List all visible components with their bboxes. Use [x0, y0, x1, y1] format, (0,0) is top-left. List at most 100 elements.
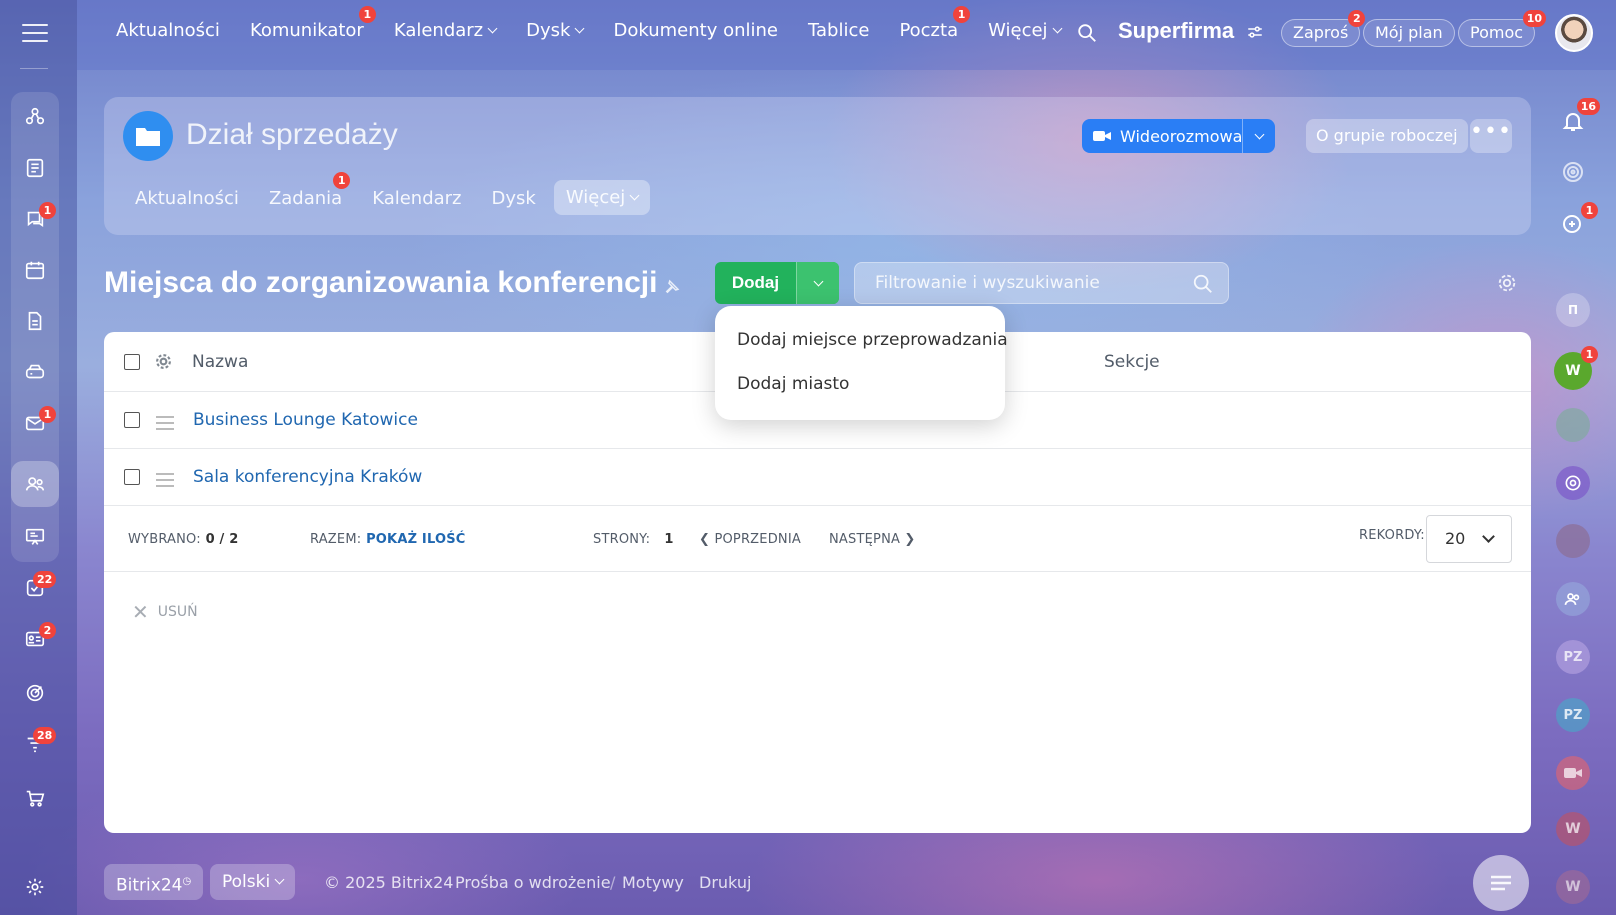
chat-avatar[interactable]: W [1556, 812, 1590, 846]
chevron-down-icon [575, 23, 585, 34]
chevron-down-icon [487, 23, 498, 34]
invite-button[interactable]: Zaproś 2 [1281, 10, 1366, 47]
sidebar-item-drive[interactable] [11, 349, 59, 395]
notifications-button[interactable]: 16 [1556, 98, 1600, 138]
activity-button[interactable] [1556, 155, 1590, 189]
pulse-target-icon [1563, 162, 1583, 182]
drag-handle-icon[interactable] [156, 416, 174, 434]
tab-label: Dysk [491, 188, 536, 209]
tab-more[interactable]: Więcej [553, 180, 651, 215]
add-button[interactable]: Dodaj [715, 262, 839, 304]
row-name-link[interactable]: Sala konferencyjna Kraków [193, 467, 422, 487]
my-plan-button[interactable]: Mój plan [1363, 19, 1455, 47]
bitrix-logo-button[interactable]: Bitrix24◷ [104, 864, 204, 900]
open-chat-button[interactable] [1473, 855, 1529, 911]
video-call-button[interactable]: Wideorozmowa [1082, 119, 1275, 153]
topnav-item-messenger[interactable]: Komunikator 1 [250, 6, 376, 41]
sidebar-item-feed[interactable] [11, 145, 59, 191]
column-settings-gear-icon[interactable] [155, 353, 172, 370]
video-chat-avatar[interactable] [1556, 756, 1590, 790]
chat-avatar[interactable]: PZ [1556, 698, 1590, 732]
chat-avatar[interactable]: П [1556, 293, 1590, 327]
menu-burger-icon[interactable] [22, 24, 48, 44]
chat-avatar[interactable]: W [1556, 870, 1590, 904]
chevron-down-icon [1052, 23, 1063, 34]
sidebar-item-mail[interactable]: 1 [11, 400, 59, 446]
delete-button[interactable]: ✕ USUŃ [132, 600, 198, 624]
close-icon: ✕ [132, 600, 149, 624]
sidebar-item-funnel[interactable]: 28 [11, 721, 59, 767]
print-link[interactable]: Drukuj [699, 873, 751, 892]
folder-icon [123, 111, 173, 161]
chat-avatar[interactable] [1556, 524, 1590, 558]
pin-icon[interactable] [663, 278, 681, 296]
column-name[interactable]: Nazwa [192, 352, 248, 372]
chat-avatar[interactable] [1556, 408, 1590, 442]
topnav-item-news[interactable]: Aktualności [116, 20, 220, 41]
topnav-item-calendar[interactable]: Kalendarz [394, 20, 498, 41]
topnav-item-drive[interactable]: Dysk [526, 20, 585, 41]
records-per-page-select[interactable]: 20 [1426, 515, 1512, 563]
sidebar-item-tasks[interactable]: 22 [11, 565, 59, 611]
sidebar-item-settings[interactable] [11, 864, 59, 910]
sidebar-item-crm[interactable] [11, 94, 59, 140]
about-group-button[interactable]: O grupie roboczej [1306, 119, 1468, 153]
show-count-link[interactable]: POKAŻ ILOŚĆ [366, 532, 465, 547]
topnav-item-boards[interactable]: Tablice [808, 20, 869, 41]
sidebar-item-chat[interactable]: 1 [11, 196, 59, 242]
select-all-checkbox[interactable] [124, 354, 140, 370]
search-icon[interactable] [1192, 273, 1214, 295]
copilot-icon [1565, 475, 1581, 491]
topnav-label: Aktualności [116, 20, 220, 41]
sidebar-item-shop[interactable] [11, 775, 59, 821]
more-options-button[interactable]: ••• [1470, 119, 1512, 153]
sidebar-item-goals[interactable] [11, 670, 59, 716]
sidebar-item-board[interactable] [11, 514, 59, 560]
add-label: Dodaj [731, 273, 780, 292]
topnav-item-documents[interactable]: Dokumenty online [613, 20, 778, 41]
chat-search-icon [1563, 215, 1581, 233]
chat-avatar[interactable]: W 1 [1554, 346, 1598, 390]
topnav-item-mail[interactable]: Poczta 1 [899, 6, 971, 41]
chat-avatar[interactable] [1556, 466, 1590, 500]
tab-drive[interactable]: Dysk [492, 188, 536, 215]
tab-label: Zadania [268, 188, 343, 209]
company-name[interactable]: Superfirma [1118, 18, 1264, 44]
settings-sliders-icon[interactable] [1246, 24, 1264, 40]
row-checkbox[interactable] [124, 469, 140, 485]
sidebar-item-groups[interactable] [11, 461, 59, 507]
prev-page-button[interactable]: ❮ POPRZEDNIA [699, 532, 801, 547]
help-button[interactable]: Pomoc 10 [1458, 10, 1547, 47]
drag-handle-icon[interactable] [156, 473, 174, 491]
gear-icon[interactable] [1496, 272, 1518, 294]
user-avatar[interactable] [1555, 14, 1593, 52]
menu-item-add-venue[interactable]: Dodaj miejsce przeprowadzania [715, 330, 1008, 374]
next-page-button[interactable]: NASTĘPNA ❯ [829, 532, 916, 547]
camera-icon [1564, 768, 1582, 778]
invite-label: Zaproś [1293, 23, 1349, 42]
language-select[interactable]: Polski [210, 864, 296, 900]
crm-icon [25, 107, 45, 125]
chat-avatar[interactable]: PZ [1556, 640, 1590, 674]
column-sections[interactable]: Sekcje [1104, 352, 1160, 372]
sidebar-item-documents[interactable] [11, 298, 59, 344]
filter-search-input[interactable]: Filtrowanie i wyszukiwanie [854, 262, 1229, 304]
topnav-item-more[interactable]: Więcej [988, 20, 1063, 41]
help-badge: 10 [1522, 10, 1547, 27]
recent-chats-button[interactable]: 1 [1556, 202, 1598, 242]
sidebar-item-calendar[interactable] [11, 247, 59, 293]
menu-item-add-city[interactable]: Dodaj miasto [715, 374, 1005, 418]
cart-icon [26, 790, 45, 807]
row-name-link[interactable]: Business Lounge Katowice [193, 410, 418, 430]
tab-tasks[interactable]: Zadania 1 [268, 172, 351, 215]
themes-link[interactable]: Motywy [622, 873, 684, 892]
row-checkbox[interactable] [124, 412, 140, 428]
tab-calendar[interactable]: Kalendarz [372, 188, 461, 215]
implementation-request-link[interactable]: Prośba o wdrożenie [455, 873, 611, 892]
sidebar-item-cards[interactable]: 2 [11, 616, 59, 662]
video-call-dropdown[interactable] [1242, 119, 1275, 153]
add-dropdown-toggle[interactable] [796, 262, 839, 304]
group-chat-avatar[interactable] [1556, 582, 1590, 616]
tab-news[interactable]: Aktualności [135, 188, 239, 215]
search-icon[interactable] [1076, 22, 1098, 44]
